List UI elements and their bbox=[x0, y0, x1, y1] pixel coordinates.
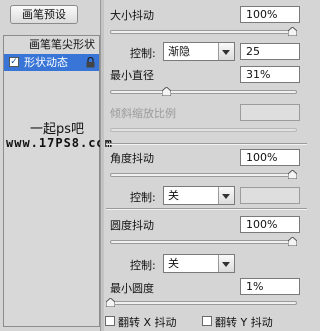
chevron-down-icon[interactable] bbox=[218, 187, 234, 204]
brush-presets-button[interactable]: 画笔预设 bbox=[10, 5, 78, 24]
min-diameter-slider-thumb[interactable] bbox=[162, 87, 171, 96]
tilt-scale-input bbox=[240, 104, 300, 121]
size-control-dropdown[interactable]: 渐隐 bbox=[163, 42, 235, 61]
roundness-jitter-slider[interactable] bbox=[110, 240, 297, 244]
min-roundness-slider-thumb[interactable] bbox=[106, 298, 115, 307]
size-jitter-input[interactable]: 100% bbox=[240, 6, 300, 23]
section-divider bbox=[106, 208, 307, 210]
tilt-scale-label: 倾斜缩放比例 bbox=[110, 107, 176, 120]
angle-control-label: 控制: bbox=[130, 191, 156, 204]
tilt-scale-slider bbox=[110, 128, 297, 132]
sidebar-item-brush-tip-shape[interactable]: 画笔笔尖形状 bbox=[4, 36, 99, 53]
roundness-jitter-slider-thumb[interactable] bbox=[288, 237, 297, 246]
watermark-url: www.17PS8.com bbox=[6, 136, 113, 150]
roundness-control-dropdown[interactable]: 关 bbox=[163, 254, 235, 273]
angle-control-input bbox=[240, 187, 300, 204]
roundness-jitter-input[interactable]: 100% bbox=[240, 216, 300, 233]
lock-icon[interactable] bbox=[86, 57, 95, 68]
angle-jitter-slider[interactable] bbox=[110, 173, 297, 177]
angle-jitter-label: 角度抖动 bbox=[110, 152, 154, 165]
section-divider bbox=[106, 143, 307, 145]
flip-x-jitter-checkbox[interactable] bbox=[105, 316, 115, 326]
roundness-jitter-label: 圆度抖动 bbox=[110, 219, 154, 232]
sidebar-item-label: 形状动态 bbox=[24, 56, 68, 69]
angle-control-value: 关 bbox=[168, 189, 179, 202]
roundness-control-label: 控制: bbox=[130, 259, 156, 272]
chevron-down-icon[interactable] bbox=[218, 255, 234, 272]
size-control-value: 渐隐 bbox=[168, 45, 190, 58]
flip-y-jitter-checkbox[interactable] bbox=[202, 316, 212, 326]
fade-steps-input[interactable]: 25 bbox=[240, 43, 300, 60]
angle-control-dropdown[interactable]: 关 bbox=[163, 186, 235, 205]
angle-jitter-slider-thumb[interactable] bbox=[288, 170, 297, 179]
min-roundness-slider[interactable] bbox=[110, 301, 297, 305]
min-diameter-label: 最小直径 bbox=[110, 69, 154, 82]
size-jitter-slider[interactable] bbox=[110, 30, 297, 34]
flip-y-jitter-label: 翻转 Y 抖动 bbox=[215, 316, 273, 329]
panel-divider bbox=[100, 0, 104, 331]
brush-settings-list: 画笔笔尖形状 ✓ 形状动态 bbox=[3, 35, 100, 327]
min-diameter-input[interactable]: 31% bbox=[240, 66, 300, 83]
roundness-control-value: 关 bbox=[168, 257, 179, 270]
chevron-down-icon[interactable] bbox=[218, 43, 234, 60]
size-control-label: 控制: bbox=[130, 47, 156, 60]
shape-dynamics-checkbox[interactable]: ✓ bbox=[9, 57, 19, 67]
size-jitter-label: 大小抖动 bbox=[110, 9, 154, 22]
min-roundness-input[interactable]: 1% bbox=[240, 278, 300, 295]
flip-x-jitter-label: 翻转 X 抖动 bbox=[118, 316, 177, 329]
sidebar-item-shape-dynamics[interactable]: ✓ 形状动态 bbox=[4, 54, 99, 71]
size-jitter-slider-thumb[interactable] bbox=[288, 27, 297, 36]
watermark-title: 一起ps吧 bbox=[30, 122, 85, 137]
angle-jitter-input[interactable]: 100% bbox=[240, 149, 300, 166]
min-roundness-label: 最小圆度 bbox=[110, 282, 154, 295]
min-diameter-slider[interactable] bbox=[110, 90, 297, 94]
